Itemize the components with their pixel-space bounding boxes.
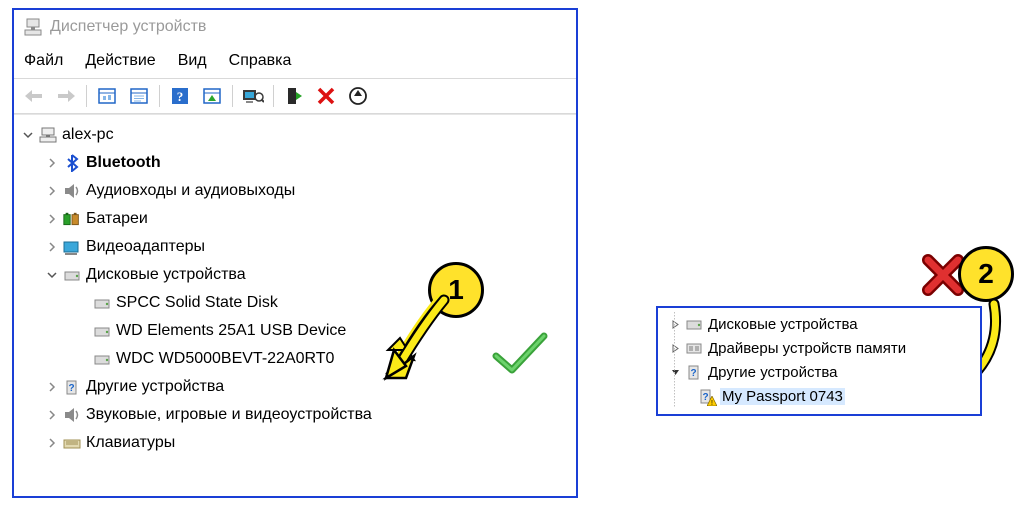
disk-drive-icon: [92, 322, 112, 340]
cat-label: Батареи: [86, 210, 148, 228]
keyboard-icon: [62, 434, 82, 452]
callout-badge-1: 1: [428, 262, 484, 318]
chevron-right-icon[interactable]: [44, 242, 60, 252]
speaker-icon: [62, 406, 82, 424]
inset-selected-label: My Passport 0743: [720, 388, 845, 405]
cat-label: Клавиатуры: [86, 434, 175, 452]
cat-label: Звуковые, игровые и видеоустройства: [86, 406, 372, 424]
device-manager-inset: Дисковые устройства Драйверы устройств п…: [656, 306, 982, 416]
tree-item-disks[interactable]: Дисковые устройства: [18, 261, 572, 289]
expand-down-icon[interactable]: [668, 368, 682, 377]
device-manager-window: Диспетчер устройств Файл Действие Вид Сп…: [12, 8, 578, 498]
disk-drive-icon: [92, 350, 112, 368]
disk-drive-icon: [62, 266, 82, 284]
checkmark-icon: [490, 330, 550, 380]
chevron-right-icon[interactable]: [44, 438, 60, 448]
callout-badge-2: 2: [958, 246, 1014, 302]
uninstall-device-button[interactable]: [312, 83, 340, 109]
svg-text:?: ?: [68, 383, 74, 394]
bluetooth-icon: [62, 154, 82, 172]
menu-view[interactable]: Вид: [178, 52, 207, 70]
device-label: WDC WD5000BEVT-22A0RT0: [116, 350, 334, 368]
display-adapter-icon: [62, 238, 82, 256]
computer-icon: [38, 126, 58, 144]
help-button[interactable]: ?: [166, 83, 194, 109]
chevron-down-icon[interactable]: [44, 270, 60, 280]
window-title: Диспетчер устройств: [50, 18, 206, 36]
chevron-down-icon[interactable]: [20, 130, 36, 140]
expand-right-icon[interactable]: [668, 344, 682, 353]
inset-item-disks[interactable]: Дисковые устройства: [662, 312, 976, 336]
tree-item-sound[interactable]: Звуковые, игровые и видеоустройства: [18, 401, 572, 429]
chevron-right-icon[interactable]: [44, 214, 60, 224]
tree-item-disk-wd-elements[interactable]: · WD Elements 25A1 USB Device: [18, 317, 572, 345]
tree-item-display[interactable]: Видеоадаптеры: [18, 233, 572, 261]
unknown-device-icon: ?: [62, 378, 82, 396]
inset-label: Другие устройства: [708, 364, 837, 381]
inset-tree[interactable]: Дисковые устройства Драйверы устройств п…: [662, 312, 976, 408]
tree-item-keyboards[interactable]: Клавиатуры: [18, 429, 572, 457]
chevron-right-icon[interactable]: [44, 382, 60, 392]
disk-drive-icon: [684, 315, 704, 333]
tree-item-bluetooth[interactable]: Bluetooth: [18, 149, 572, 177]
menu-help[interactable]: Справка: [229, 52, 292, 70]
badge-number: 2: [978, 258, 994, 290]
tree-item-disk-spcc[interactable]: · SPCC Solid State Disk: [18, 289, 572, 317]
speaker-icon: [62, 182, 82, 200]
device-tree[interactable]: alex-pc Bluetooth Аудиовходы и аудиовыхо…: [14, 115, 576, 463]
badge-number: 1: [448, 274, 464, 306]
action-button[interactable]: [198, 83, 226, 109]
tree-root[interactable]: alex-pc: [18, 121, 572, 149]
tree-item-batteries[interactable]: Батареи: [18, 205, 572, 233]
inset-label: Дисковые устройства: [708, 316, 858, 333]
device-label: SPCC Solid State Disk: [116, 294, 278, 312]
titlebar: Диспетчер устройств: [14, 10, 576, 44]
toolbar-separator: [86, 85, 87, 107]
chevron-right-icon[interactable]: [44, 158, 60, 168]
inset-label: Драйверы устройств памяти: [708, 340, 906, 357]
menu-file[interactable]: Файл: [24, 52, 63, 70]
cat-label: Другие устройства: [86, 378, 224, 396]
properties-button[interactable]: [125, 83, 153, 109]
chevron-right-icon[interactable]: [44, 410, 60, 420]
menubar: Файл Действие Вид Справка: [14, 44, 576, 78]
scan-hardware-button[interactable]: [239, 83, 267, 109]
inset-item-other[interactable]: ? Другие устройства: [662, 360, 976, 384]
toolbar-separator: [273, 85, 274, 107]
menu-action[interactable]: Действие: [85, 52, 155, 70]
toolbar: ?: [14, 78, 576, 114]
root-label: alex-pc: [62, 126, 114, 144]
disk-drive-icon: [92, 294, 112, 312]
cat-label: Аудиовходы и аудиовыходы: [86, 182, 295, 200]
unknown-device-warning-icon: ? !: [696, 387, 716, 405]
memory-driver-icon: [684, 339, 704, 357]
tree-guide-line: [674, 312, 675, 408]
device-manager-icon: [22, 16, 44, 38]
toolbar-separator: [159, 85, 160, 107]
inset-item-memdrv[interactable]: Драйверы устройств памяти: [662, 336, 976, 360]
nav-forward-button[interactable]: [52, 83, 80, 109]
chevron-right-icon[interactable]: [44, 186, 60, 196]
cat-label: Видеоадаптеры: [86, 238, 205, 256]
battery-icon: [62, 210, 82, 228]
svg-text:!: !: [711, 400, 713, 406]
svg-text:?: ?: [177, 89, 184, 104]
unknown-device-icon: ?: [684, 363, 704, 381]
update-driver-button[interactable]: [344, 83, 372, 109]
nav-back-button[interactable]: [20, 83, 48, 109]
toolbar-separator: [232, 85, 233, 107]
show-hidden-button[interactable]: [93, 83, 121, 109]
device-label: WD Elements 25A1 USB Device: [116, 322, 346, 340]
cat-label: Bluetooth: [86, 154, 161, 172]
enable-device-button[interactable]: [280, 83, 308, 109]
svg-text:?: ?: [690, 368, 696, 379]
expand-right-icon[interactable]: [668, 320, 682, 329]
tree-item-other[interactable]: ? Другие устройства: [18, 373, 572, 401]
tree-item-disk-wdc[interactable]: · WDC WD5000BEVT-22A0RT0: [18, 345, 572, 373]
cat-label: Дисковые устройства: [86, 266, 246, 284]
inset-item-passport[interactable]: ? ! My Passport 0743: [662, 384, 976, 408]
tree-item-audio-io[interactable]: Аудиовходы и аудиовыходы: [18, 177, 572, 205]
